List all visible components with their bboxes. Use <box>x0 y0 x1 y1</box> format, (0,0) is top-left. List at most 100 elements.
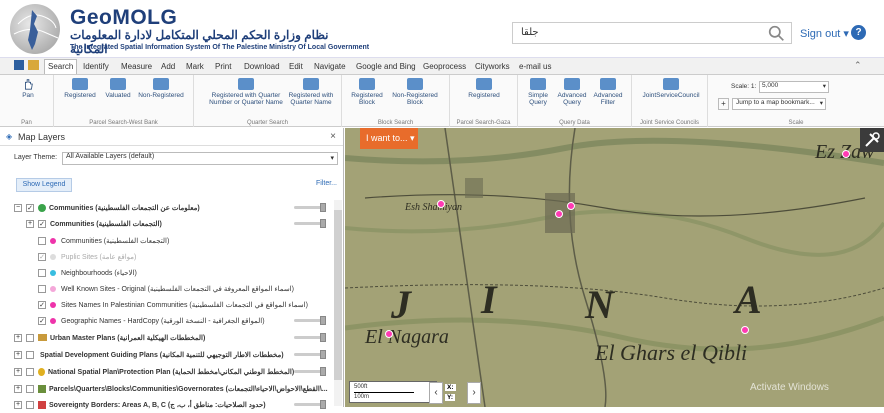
group-gaza: Registered Parcel Search-Gaza <box>450 75 518 127</box>
show-legend-button[interactable]: Show Legend <box>16 178 72 192</box>
layer-checkbox[interactable]: ✓ <box>38 301 46 309</box>
opacity-slider[interactable] <box>294 350 326 359</box>
tab-measure[interactable]: Measure <box>118 60 155 75</box>
valuated-parcel-button[interactable]: Valuated <box>102 78 134 99</box>
map-pin[interactable] <box>385 330 393 338</box>
tools-icon[interactable] <box>860 128 884 152</box>
group-label-gaza: Parcel Search-Gaza <box>456 120 511 126</box>
tab-identify[interactable]: Identify <box>80 60 112 75</box>
tab-google-bing[interactable]: Google and Bing <box>353 60 419 75</box>
layer-checkbox[interactable]: ✓ <box>38 220 46 228</box>
map-view[interactable]: J I N A El Ghars el Qibli El Nagara Esh … <box>345 128 884 407</box>
help-icon[interactable]: ? <box>851 25 866 40</box>
registered-quarter-button[interactable]: Registered with Quarter Number or Quarte… <box>204 78 288 106</box>
registered-gaza-button[interactable]: Registered <box>464 78 504 99</box>
jsc-button[interactable]: JointServiceCouncil <box>638 78 704 99</box>
advanced-query-button[interactable]: Advanced Query <box>556 78 588 106</box>
registered-block-button[interactable]: Registered Block <box>348 78 386 106</box>
search-icon[interactable] <box>768 25 785 42</box>
layer-row: + Spatial Development Guiding Plans (مخط… <box>12 347 332 363</box>
signout-link[interactable]: Sign out ▾ <box>800 27 849 40</box>
tab-add[interactable]: Add <box>158 60 178 75</box>
quarter-icon <box>303 78 319 90</box>
tab-geoprocess[interactable]: Geoprocess <box>420 60 469 75</box>
tab-search[interactable]: Search <box>44 59 78 74</box>
opacity-slider[interactable] <box>294 400 326 409</box>
map-pin[interactable] <box>842 150 850 158</box>
layer-checkbox[interactable] <box>38 285 46 293</box>
bookmark-select[interactable]: Jump to a map bookmark... ▾ <box>732 98 826 110</box>
expand-icon[interactable]: + <box>26 220 34 228</box>
layer-checkbox[interactable]: ✓ <box>38 317 46 325</box>
pan-right-icon[interactable]: › <box>467 382 481 404</box>
layer-checkbox[interactable] <box>26 385 34 393</box>
filter-icon <box>600 78 616 90</box>
i-want-to-button[interactable]: I want to... ▾ <box>360 128 418 149</box>
layer-checkbox[interactable] <box>26 401 34 409</box>
collapse-ribbon-icon[interactable]: ⌃ <box>854 60 862 71</box>
map-pin[interactable] <box>567 202 575 210</box>
layer-row: + Parcels\Quarters\Blocks\Communities\Go… <box>12 381 332 397</box>
tab-email[interactable]: e-mail us <box>516 60 554 75</box>
advanced-filter-button[interactable]: Advanced Filter <box>592 78 624 106</box>
folder-icon[interactable] <box>28 60 39 70</box>
tab-navigate[interactable]: Navigate <box>311 60 349 75</box>
opacity-slider[interactable] <box>294 367 326 376</box>
parcel-icon <box>72 78 88 90</box>
expand-icon[interactable]: + <box>14 334 22 342</box>
tab-print[interactable]: Print <box>212 60 234 75</box>
layer-checkbox[interactable] <box>38 269 46 277</box>
expand-icon[interactable]: + <box>14 385 22 393</box>
app-header: GeoMOLG نظام وزارة الحكم المحلي المتكامل… <box>0 0 884 58</box>
layer-checkbox[interactable] <box>26 351 34 359</box>
layer-label: Communities (التجمعات الفلسطينية) <box>61 238 170 245</box>
opacity-slider[interactable] <box>294 203 326 212</box>
tab-edit[interactable]: Edit <box>286 60 306 75</box>
point-symbol-icon <box>50 238 56 244</box>
simple-query-button[interactable]: Simple Query <box>524 78 552 106</box>
opacity-slider[interactable] <box>294 219 326 228</box>
expand-icon[interactable]: + <box>14 351 22 359</box>
group-label-query: Query Data <box>559 120 590 126</box>
layer-label: Parcels\Quarters\Blocks\Communities\Gove… <box>49 386 328 393</box>
map-pin[interactable] <box>437 200 445 208</box>
search-value: جلقا <box>521 27 539 38</box>
scale-select[interactable]: 5,000 ▾ <box>759 81 829 93</box>
collapse-icon[interactable]: − <box>14 204 22 212</box>
nonregistered-parcel-button[interactable]: Non-Registered <box>136 78 186 99</box>
nonregistered-block-button[interactable]: Non-Registered Block <box>390 78 440 106</box>
pan-left-icon[interactable]: ‹ <box>429 382 443 404</box>
layer-row: ✓ Puplic Sites (مواقع عامة) <box>12 249 332 265</box>
registered-parcel-button[interactable]: Registered <box>62 78 98 99</box>
map-pin[interactable] <box>741 326 749 334</box>
layer-theme-select[interactable]: All Available Layers (default) ▾ <box>62 152 338 165</box>
layer-label: Sites Names In Palestinian Communities (… <box>61 302 308 309</box>
layer-checkbox[interactable] <box>26 368 34 376</box>
opacity-slider[interactable] <box>294 333 326 342</box>
save-icon[interactable] <box>14 60 24 70</box>
expand-icon[interactable]: + <box>14 401 22 409</box>
layer-checkbox[interactable] <box>26 334 34 342</box>
expand-icon[interactable]: + <box>14 368 22 376</box>
filter-link[interactable]: Filter... <box>316 180 337 187</box>
close-icon[interactable]: × <box>330 131 336 142</box>
windows-watermark: Activate Windows <box>750 382 829 393</box>
quarter-icon <box>238 78 254 90</box>
tab-download[interactable]: Download <box>241 60 283 75</box>
map-pin[interactable] <box>555 210 563 218</box>
pan-button[interactable]: Pan <box>18 78 38 99</box>
tab-cityworks[interactable]: Cityworks <box>472 60 513 75</box>
point-symbol-icon <box>50 286 56 292</box>
opacity-slider[interactable] <box>294 316 326 325</box>
layer-checkbox[interactable]: ✓ <box>26 204 34 212</box>
add-bookmark-button[interactable]: + <box>718 98 729 110</box>
layers-scrollbar-thumb[interactable] <box>334 210 342 380</box>
menu-bar: Search Identify Measure Add Mark Print D… <box>0 58 884 75</box>
registered-quarter-name-button[interactable]: Registered with Quarter Name <box>286 78 336 106</box>
search-input[interactable]: جلقا <box>512 22 792 44</box>
layer-checkbox[interactable] <box>38 237 46 245</box>
group-block: Registered Block Non-Registered Block Bl… <box>342 75 450 127</box>
tab-mark[interactable]: Mark <box>183 60 207 75</box>
layer-checkbox[interactable]: ✓ <box>38 253 46 261</box>
parcel-icon <box>110 78 126 90</box>
